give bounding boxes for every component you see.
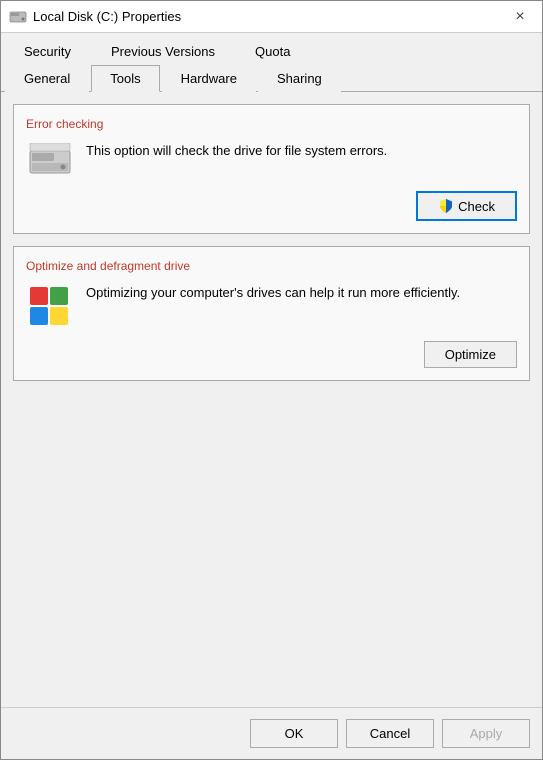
tab-security[interactable]: Security bbox=[5, 38, 90, 65]
shield-icon bbox=[438, 198, 454, 214]
hdd-icon-svg bbox=[28, 143, 72, 179]
close-button[interactable]: × bbox=[506, 3, 534, 31]
tab-quota[interactable]: Quota bbox=[236, 38, 309, 65]
tab-previous-versions[interactable]: Previous Versions bbox=[92, 38, 234, 65]
optimize-button-label: Optimize bbox=[445, 347, 496, 362]
optimize-description: Optimizing your computer's drives can he… bbox=[86, 283, 517, 303]
tab-row-1: Security Previous Versions Quota bbox=[1, 33, 542, 64]
defrag-icon-svg bbox=[28, 285, 72, 329]
ok-button[interactable]: OK bbox=[250, 719, 338, 748]
defrag-icon bbox=[26, 283, 74, 331]
optimize-title: Optimize and defragment drive bbox=[26, 259, 517, 273]
optimize-section: Optimize and defragment drive Op bbox=[13, 246, 530, 381]
error-checking-title: Error checking bbox=[26, 117, 517, 131]
window-title: Local Disk (C:) Properties bbox=[33, 9, 506, 24]
drive-icon bbox=[26, 141, 74, 181]
tab-row-2: General Tools Hardware Sharing bbox=[1, 64, 542, 92]
tab-sharing[interactable]: Sharing bbox=[258, 65, 341, 92]
bottom-bar: OK Cancel Apply bbox=[1, 707, 542, 759]
content-area: Error checking This option will check th… bbox=[1, 92, 542, 707]
tab-general[interactable]: General bbox=[5, 65, 89, 92]
tab-tools[interactable]: Tools bbox=[91, 65, 159, 92]
error-checking-section: Error checking This option will check th… bbox=[13, 104, 530, 234]
error-checking-inner: This option will check the drive for fil… bbox=[26, 141, 517, 181]
check-button-label: Check bbox=[458, 199, 495, 214]
optimize-inner: Optimizing your computer's drives can he… bbox=[26, 283, 517, 331]
optimize-button-row: Optimize bbox=[26, 341, 517, 368]
title-bar-icon bbox=[9, 8, 27, 26]
properties-window: Local Disk (C:) Properties × Security Pr… bbox=[0, 0, 543, 760]
error-checking-description: This option will check the drive for fil… bbox=[86, 141, 517, 161]
error-checking-button-row: Check bbox=[26, 191, 517, 221]
cancel-button[interactable]: Cancel bbox=[346, 719, 434, 748]
tab-hardware[interactable]: Hardware bbox=[162, 65, 256, 92]
check-button[interactable]: Check bbox=[416, 191, 517, 221]
title-bar: Local Disk (C:) Properties × bbox=[1, 1, 542, 33]
optimize-button[interactable]: Optimize bbox=[424, 341, 517, 368]
apply-button[interactable]: Apply bbox=[442, 719, 530, 748]
